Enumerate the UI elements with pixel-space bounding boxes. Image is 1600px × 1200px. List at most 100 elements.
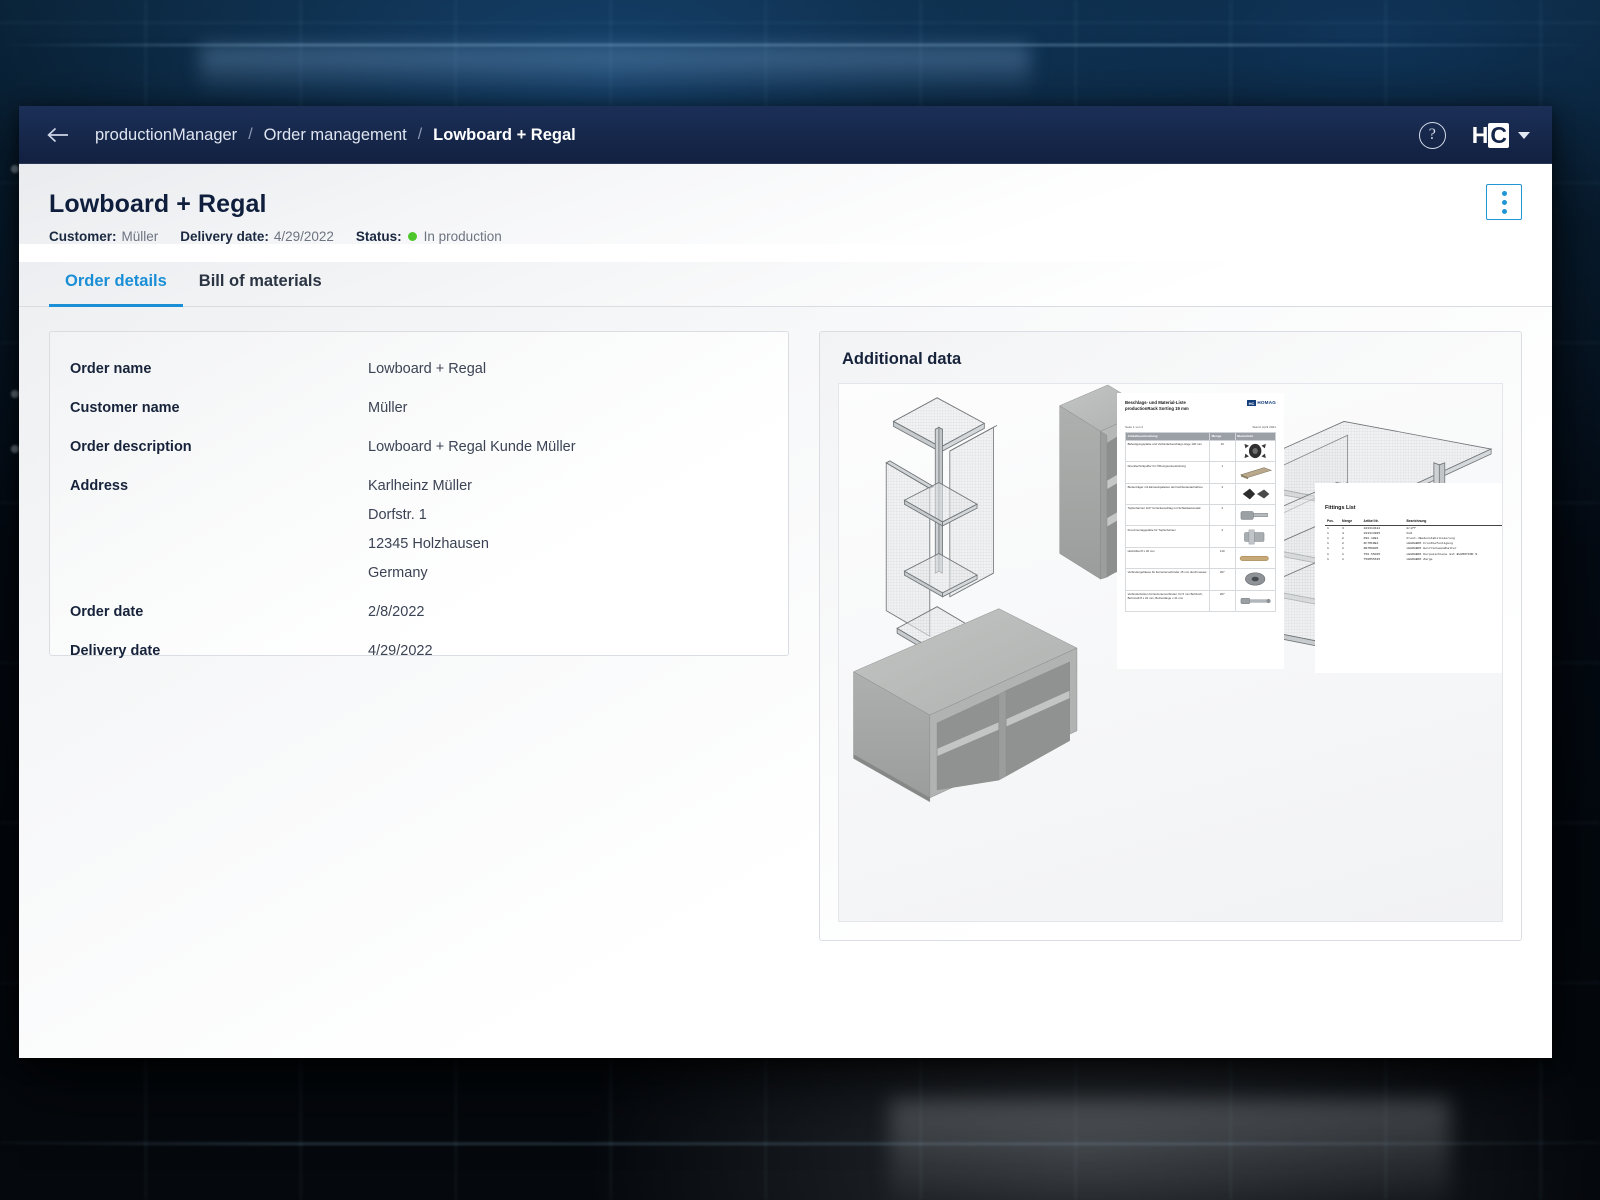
fittings-cell-lieferant: Blum — [1501, 556, 1503, 561]
table-row: Topfscharnier 110° für Eckanschlag mit S… — [1126, 505, 1276, 526]
material-doc-title: Beschlags- und Material-Liste production… — [1125, 400, 1189, 412]
breadcrumb-item-order-management[interactable]: Order management — [264, 126, 407, 145]
material-col-description: Artikelbeschreibung — [1126, 432, 1210, 440]
fittings-cell-bezeichnung: LEGRABOX Zarge — [1405, 556, 1502, 561]
fittings-cell-menge: 1 — [1340, 556, 1362, 561]
material-cell-quantity: 2 — [1210, 526, 1236, 547]
material-col-quantity: Menge — [1210, 432, 1236, 440]
field-value: Müller — [368, 394, 407, 423]
material-table-header-row: Artikelbeschreibung Menge Musterbild — [1126, 432, 1276, 440]
fittings-list-table: Pos. Menge Artikel Nr. Bezeichnung Liefe… — [1325, 519, 1503, 561]
breadcrumb-separator: / — [248, 126, 252, 144]
field-order-date: Order date 2/8/2022 — [50, 593, 788, 632]
material-cell-image — [1235, 590, 1276, 611]
fitting-part-icon — [1237, 507, 1273, 523]
material-doc-date: Stand: April 2021 — [1252, 425, 1276, 429]
material-doc-page: Seite 1 von 2 — [1125, 425, 1143, 429]
material-cell-quantity: 2 — [1210, 505, 1236, 526]
field-customer-name: Customer name Müller — [50, 389, 788, 428]
table-row: Holzdübel 8 x 40 mm 110 — [1126, 547, 1276, 568]
field-delivery-date: Delivery date 4/29/2022 — [50, 632, 788, 671]
material-list-table: Artikelbeschreibung Menge Musterbild Bef… — [1125, 432, 1276, 612]
kebab-dot — [1502, 200, 1507, 205]
content-area: Order name Lowboard + Regal Customer nam… — [19, 307, 1552, 1058]
field-value: Lowboard + Regal — [368, 355, 486, 384]
field-label: Order date — [70, 598, 368, 627]
kebab-dot — [1502, 191, 1507, 196]
background-glow-panel-lower — [890, 1098, 1450, 1200]
order-meta-row: Customer: Müller Delivery date: 4/29/202… — [49, 229, 1522, 244]
field-values: 2/8/2022 — [368, 598, 424, 627]
lowboard-assembled-view — [854, 609, 1077, 802]
meta-customer-value: Müller — [122, 229, 159, 244]
top-navigation-bar: productionManager / Order management / L… — [19, 106, 1552, 164]
more-options-icon[interactable] — [1486, 184, 1522, 220]
fitting-part-icon — [1237, 593, 1273, 609]
meta-customer-label: Customer: — [49, 229, 117, 244]
background-dot — [11, 390, 19, 398]
fittings-list-title: Fittings List — [1325, 505, 1503, 511]
material-cell-image — [1235, 483, 1276, 504]
material-doc-subheader: Seite 1 von 2 Stand: April 2021 — [1125, 425, 1276, 429]
additional-data-preview[interactable]: Beschlags- und Material-Liste production… — [838, 383, 1503, 922]
table-row: Verbindergehäuse für Exzenterverbinder 1… — [1126, 569, 1276, 590]
help-circle-icon[interactable]: ? — [1419, 122, 1446, 149]
table-row: Drucktechnikpuffer für Öffnungsunterstüt… — [1126, 462, 1276, 483]
field-value: Dorfstr. 1 — [368, 501, 489, 530]
meta-delivery-label: Delivery date: — [180, 229, 269, 244]
material-cell-description: Kreuzmontageplatte für Topfscharnier — [1126, 526, 1210, 547]
kebab-dot — [1502, 209, 1507, 214]
field-value: Germany — [368, 559, 489, 588]
material-cell-image — [1235, 547, 1276, 568]
material-cell-image — [1235, 505, 1276, 526]
field-value: 12345 Holzhausen — [368, 530, 489, 559]
order-details-card: Order name Lowboard + Regal Customer nam… — [49, 331, 789, 656]
material-cell-image — [1235, 440, 1276, 461]
status-badge: Status: In production — [356, 229, 502, 244]
field-values: Lowboard + Regal — [368, 355, 486, 384]
background-dot — [11, 165, 19, 173]
material-cell-description: Verbinderbolzen für Exzenterverbinder, f… — [1126, 590, 1210, 611]
tab-bar: Order details Bill of materials — [19, 262, 1552, 307]
breadcrumb-item-current: Lowboard + Regal — [433, 126, 576, 145]
field-order-name: Order name Lowboard + Regal — [50, 350, 788, 389]
material-doc-header: Beschlags- und Material-Liste production… — [1125, 400, 1276, 412]
fitting-part-icon — [1237, 465, 1273, 481]
fitting-part-icon — [1237, 443, 1273, 459]
fitting-part-icon — [1237, 571, 1273, 587]
homag-logo-c: C — [1488, 123, 1509, 148]
tab-bill-of-materials[interactable]: Bill of materials — [183, 262, 338, 307]
field-value: Karlheinz Müller — [368, 472, 489, 501]
material-cell-description: Topfscharnier 110° für Eckanschlag mit S… — [1126, 505, 1210, 526]
material-cell-description: Holzdübel 8 x 40 mm — [1126, 547, 1210, 568]
field-order-description: Order description Lowboard + Regal Kunde… — [50, 428, 788, 467]
field-label: Order name — [70, 355, 368, 384]
material-cell-description: Drucktechnikpuffer für Öffnungsunterstüt… — [1126, 462, 1210, 483]
material-cell-image — [1235, 569, 1276, 590]
brand-menu[interactable]: HC — [1472, 123, 1530, 148]
chevron-down-icon[interactable] — [1518, 132, 1530, 139]
table-row: Kreuzmontageplatte für Topfscharnier 2 — [1126, 526, 1276, 547]
table-row: 1 1 T50M55635 LEGRABOX Zarge Blum — [1325, 556, 1503, 561]
page-title: Lowboard + Regal — [49, 190, 1522, 219]
field-values: Karlheinz Müller Dorfstr. 1 12345 Holzha… — [368, 472, 489, 588]
back-arrow-icon[interactable] — [41, 118, 75, 152]
material-cell-quantity: 1 — [1210, 462, 1236, 483]
field-label: Address — [70, 472, 368, 501]
field-label: Delivery date — [70, 637, 368, 666]
topbar-actions: ? HC — [1419, 122, 1530, 149]
material-doc-title-line2: productionRack Sorting 19 mm — [1125, 406, 1189, 412]
table-row: Befestigungsplatte und Verbinderbeschlag… — [1126, 440, 1276, 461]
meta-delivery-date: Delivery date: 4/29/2022 — [180, 229, 334, 244]
field-values: Müller — [368, 394, 407, 423]
homag-logo: HC — [1472, 123, 1511, 148]
page-header: Lowboard + Regal Customer: Müller Delive… — [19, 164, 1552, 244]
fitting-part-icon — [1237, 550, 1273, 566]
fittings-cell-artikelnr: T50M55635 — [1362, 556, 1405, 561]
tab-order-details[interactable]: Order details — [49, 262, 183, 307]
breadcrumb-item-production-manager[interactable]: productionManager — [95, 126, 237, 145]
homag-doc-logo-text: HOMAG — [1257, 400, 1276, 406]
meta-status-value: In production — [424, 229, 502, 244]
field-value: 4/29/2022 — [368, 637, 433, 666]
table-row: Verbinderbolzen für Exzenterverbinder, f… — [1126, 590, 1276, 611]
